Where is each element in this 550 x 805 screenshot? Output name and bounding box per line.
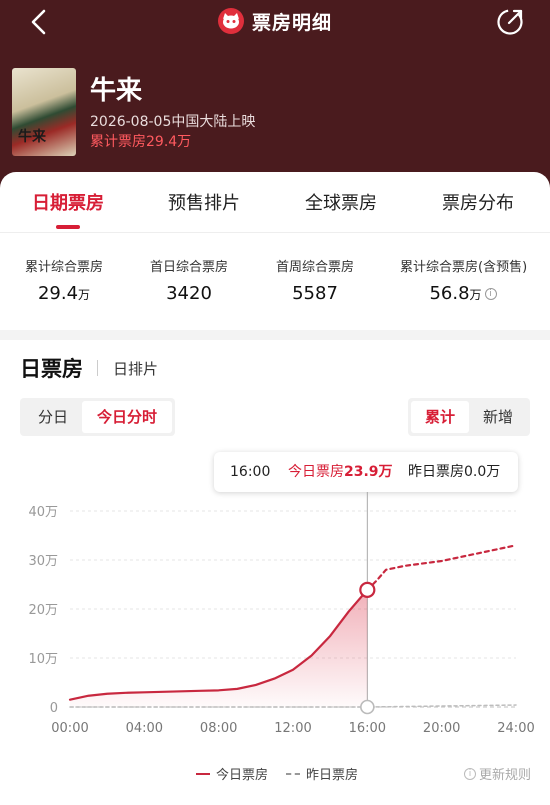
stat-value: 5587 (274, 283, 356, 304)
daily-schedule-link[interactable]: 日排片 (113, 358, 158, 379)
stat-number: 5587 (292, 283, 338, 304)
today-point-marker (359, 581, 376, 598)
tab-bar: 日期票房 预售排片 全球票房 票房分布 (0, 172, 550, 230)
update-rules-link[interactable]: i 更新规则 (461, 764, 531, 783)
stat-label: 累计综合票房 (24, 260, 103, 275)
stat-value: 3420 (148, 283, 230, 304)
metric-option-cumulative[interactable]: 累计 (411, 401, 469, 433)
mode-toggle: 分日 今日分时 (20, 398, 175, 436)
legend-yesterday: 昨日票房 (286, 764, 358, 783)
y-tick-label: 40万 (28, 505, 58, 520)
section-title: 日票房 (20, 357, 83, 381)
stat-label: 首周综合票房 (275, 260, 354, 275)
movie-poster[interactable]: 牛来 (12, 68, 76, 156)
chart-tooltip: 16:00 今日票房23.9万 昨日票房0.0万 (214, 452, 518, 492)
tooltip-today-value: 23.9万 (344, 464, 393, 480)
x-tick-label: 04:00 (126, 721, 163, 736)
info-icon[interactable]: i (484, 288, 497, 300)
legend-dashed-line-icon (286, 772, 300, 775)
y-tick-label: 0 (50, 701, 58, 716)
tab-global-box-office[interactable]: 全球票房 (305, 189, 377, 215)
tab-box-office-distribution[interactable]: 票房分布 (442, 189, 514, 215)
tooltip-today-label: 今日票房 (288, 464, 344, 480)
stat-value: 56.8万 i (400, 283, 526, 304)
metric-toggle: 累计 新增 (408, 398, 530, 436)
tab-daily-box-office[interactable]: 日期票房 (32, 189, 104, 215)
legend-today: 今日票房 (196, 764, 268, 783)
tooltip-today: 今日票房23.9万 (288, 452, 393, 492)
stat-label: 首日综合票房 (149, 260, 228, 275)
legend-yesterday-label: 昨日票房 (306, 768, 359, 783)
y-tick-label: 30万 (28, 554, 58, 569)
stat-first-day: 首日综合票房 3420 (148, 256, 230, 304)
stat-number: 3420 (166, 283, 212, 304)
poster-title: 牛来 (18, 129, 46, 145)
section-separator (0, 330, 550, 340)
page-title: 票房明细 (251, 11, 332, 34)
stat-first-week: 首周综合票房 5587 (274, 256, 356, 304)
box-office-chart[interactable]: 0 10万 20万 30万 40万 00:00 04:00 08:00 12:00 16:00 20… (0, 490, 550, 750)
x-tick-label: 12:00 (274, 721, 311, 736)
legend-solid-line-icon (196, 772, 210, 775)
movie-title: 牛来 (90, 76, 143, 106)
maoyan-cat-icon (217, 8, 244, 34)
x-tick-label: 24:00 (497, 721, 534, 736)
today-forecast-line (366, 544, 518, 591)
info-icon: i (464, 767, 476, 780)
cumulative-box-office: 累计票房29.4万 (90, 134, 192, 150)
section-title-divider (97, 360, 98, 376)
legend-today-label: 今日票房 (216, 768, 269, 783)
tab-presale-schedule[interactable]: 预售排片 (168, 189, 240, 215)
x-tick-label: 16:00 (349, 721, 386, 736)
x-tick-label: 20:00 (423, 721, 460, 736)
y-tick-label: 20万 (28, 603, 58, 618)
tooltip-yesterday-value: 0.0万 (464, 464, 501, 480)
active-tab-indicator (56, 225, 80, 229)
share-icon[interactable] (496, 8, 524, 36)
update-rules-label: 更新规则 (479, 768, 532, 783)
top-bar: 票房明细 (0, 0, 550, 44)
header-title-group: 票房明细 (0, 6, 550, 36)
tooltip-yesterday: 昨日票房0.0万 (408, 452, 500, 492)
yesterday-point-marker (360, 699, 375, 715)
stat-unit: 万 (78, 288, 91, 302)
y-tick-label: 10万 (28, 652, 58, 667)
x-tick-label: 08:00 (200, 721, 237, 736)
mode-option-hourly[interactable]: 今日分时 (82, 401, 172, 433)
stat-label: 累计综合票房(含预售) (400, 260, 528, 275)
tooltip-time: 16:00 (230, 464, 271, 480)
metric-option-increment[interactable]: 新增 (469, 401, 527, 433)
release-info: 2026-08-05中国大陆上映 (90, 114, 256, 130)
stat-unit: 万 (469, 288, 482, 302)
stat-number: 56.8 (429, 283, 470, 304)
x-tick-label: 00:00 (51, 721, 88, 736)
stat-value: 29.4万 (24, 283, 104, 304)
tooltip-yesterday-label: 昨日票房 (408, 464, 464, 480)
stat-number: 29.4 (37, 283, 79, 304)
mode-option-daily[interactable]: 分日 (24, 401, 82, 433)
stat-cumulative-presale: 累计综合票房(含预售) 56.8万 i (400, 256, 528, 304)
stat-cumulative: 累计综合票房 29.4万 (24, 256, 104, 304)
tab-divider (0, 232, 550, 233)
